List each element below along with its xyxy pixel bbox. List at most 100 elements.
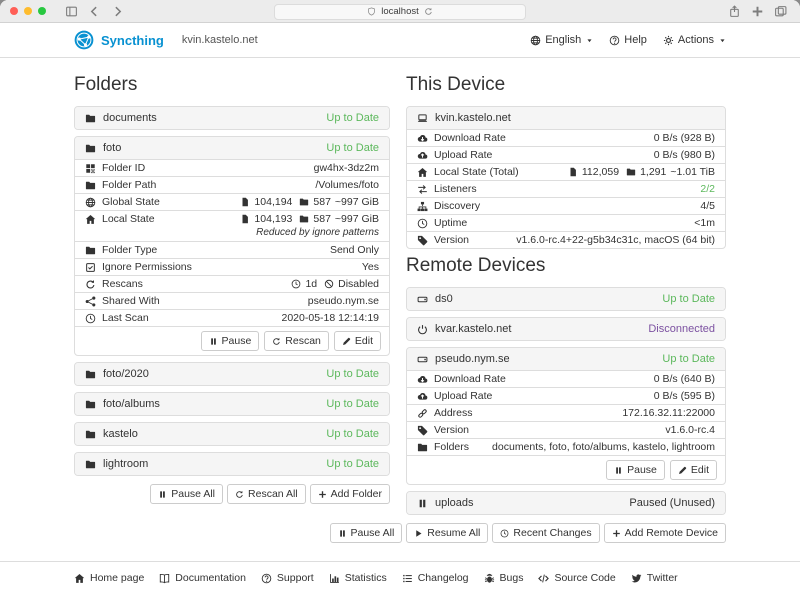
device-header-pseudo[interactable]: pseudo.nym.se Up to Date bbox=[407, 348, 725, 370]
reload-icon[interactable] bbox=[424, 7, 433, 16]
file-icon bbox=[568, 167, 578, 177]
this-device-header[interactable]: kvin.kastelo.net bbox=[407, 107, 725, 129]
window-zoom-button[interactable] bbox=[38, 7, 46, 15]
detail-row-upload-rate: Upload Rate 0 B/s (595 B) bbox=[407, 387, 725, 404]
device-header-ds0[interactable]: ds0 Up to Date bbox=[407, 288, 725, 310]
row-label: Download Rate bbox=[434, 373, 506, 385]
share-icon[interactable] bbox=[728, 5, 741, 18]
link-label: Bugs bbox=[500, 572, 524, 584]
folder-icon bbox=[417, 442, 428, 453]
detail-row-shared-with: Shared With pseudo.nym.se bbox=[75, 292, 389, 309]
folder-status: Up to Date bbox=[326, 112, 379, 124]
row-value: 0 B/s (595 B) bbox=[654, 390, 715, 402]
edit-device-button[interactable]: Edit bbox=[670, 460, 717, 480]
size-text: ~1.01 TiB bbox=[670, 166, 715, 178]
app-navbar: Syncthing kvin.kastelo.net English Help … bbox=[0, 23, 800, 58]
tag-icon bbox=[417, 425, 428, 436]
row-label: Folder Path bbox=[102, 179, 156, 191]
footer-link-home[interactable]: Home page bbox=[74, 572, 144, 584]
device-status: Up to Date bbox=[662, 293, 715, 305]
button-label: Pause All bbox=[171, 488, 215, 500]
link-icon bbox=[417, 408, 428, 419]
detail-row-folders: Folders documents, foto, foto/albums, ka… bbox=[407, 438, 725, 455]
folder-header-documents[interactable]: documents Up to Date bbox=[75, 107, 389, 129]
browser-sidebar-icon[interactable] bbox=[65, 5, 78, 18]
language-menu[interactable]: English bbox=[530, 34, 593, 46]
folder-icon bbox=[85, 459, 96, 470]
folder-header-foto-albums[interactable]: foto/albums Up to Date bbox=[75, 393, 389, 415]
globe-icon bbox=[85, 197, 96, 208]
actions-menu[interactable]: Actions bbox=[663, 34, 726, 46]
link-label: Documentation bbox=[175, 572, 246, 584]
shield-icon bbox=[367, 7, 376, 16]
pause-all-folders-button[interactable]: Pause All bbox=[150, 484, 223, 504]
actions-label: Actions bbox=[678, 34, 714, 46]
row-value: pseudo.nym.se bbox=[308, 295, 379, 307]
row-value: 172.16.32.11:22000 bbox=[622, 407, 715, 419]
link-label: Home page bbox=[90, 572, 144, 584]
help-menu[interactable]: Help bbox=[609, 34, 647, 46]
folder-name: kastelo bbox=[103, 428, 138, 440]
browser-back-icon[interactable] bbox=[88, 5, 101, 18]
row-label: Version bbox=[434, 234, 469, 246]
rescan-folder-button[interactable]: Rescan bbox=[264, 331, 329, 351]
row-label: Folders bbox=[434, 441, 469, 453]
folder-header-foto[interactable]: foto Up to Date bbox=[75, 137, 389, 159]
folder-header-lightroom[interactable]: lightroom Up to Date bbox=[75, 453, 389, 475]
row-value: 2020-05-18 12:14:19 bbox=[282, 312, 380, 324]
row-label: Download Rate bbox=[434, 132, 506, 144]
detail-row-discovery: Discovery 4/5 bbox=[407, 197, 725, 214]
browser-address-bar[interactable]: localhost bbox=[274, 4, 526, 20]
browser-window: localhost Syncthing kvin.kastelo.net Eng… bbox=[0, 0, 800, 594]
syncthing-brand[interactable]: Syncthing bbox=[74, 30, 164, 50]
device-header-kvar[interactable]: kvar.kastelo.net Disconnected bbox=[407, 318, 725, 340]
pause-icon bbox=[417, 498, 428, 509]
footer-link-documentation[interactable]: Documentation bbox=[159, 572, 246, 584]
detail-row-rescans: Rescans 1d Disabled bbox=[75, 275, 389, 292]
footer-link-twitter[interactable]: Twitter bbox=[631, 572, 678, 584]
recent-changes-button[interactable]: Recent Changes bbox=[492, 523, 599, 543]
dir-count: 587 bbox=[313, 213, 331, 225]
new-tab-icon[interactable] bbox=[751, 5, 764, 18]
detail-row-local-state-total: Local State (Total) 112,059 1,291 ~1.01 … bbox=[407, 163, 725, 180]
footer-link-source-code[interactable]: Source Code bbox=[538, 572, 615, 584]
file-count: 104,193 bbox=[254, 213, 292, 225]
book-icon bbox=[159, 573, 170, 584]
folder-icon bbox=[85, 143, 96, 154]
footer-link-bugs[interactable]: Bugs bbox=[484, 572, 524, 584]
window-minimize-button[interactable] bbox=[24, 7, 32, 15]
tab-overview-icon[interactable] bbox=[774, 5, 787, 18]
pause-all-devices-button[interactable]: Pause All bbox=[330, 523, 403, 543]
cloud-upload-icon bbox=[417, 150, 428, 161]
device-name: uploads bbox=[435, 497, 474, 509]
sitemap-icon bbox=[417, 201, 428, 212]
bug-icon bbox=[484, 573, 495, 584]
add-folder-button[interactable]: Add Folder bbox=[310, 484, 390, 504]
pause-folder-button[interactable]: Pause bbox=[201, 331, 260, 351]
hdd-icon bbox=[417, 354, 428, 365]
folder-header-kastelo[interactable]: kastelo Up to Date bbox=[75, 423, 389, 445]
row-value: 1d Disabled bbox=[288, 278, 379, 290]
row-value: documents, foto, foto/albums, kastelo, l… bbox=[492, 441, 715, 453]
row-label: Address bbox=[434, 407, 473, 419]
device-header-uploads[interactable]: uploads Paused (Unused) bbox=[407, 492, 725, 514]
remote-devices-title: Remote Devices bbox=[406, 255, 726, 277]
edit-folder-button[interactable]: Edit bbox=[334, 331, 381, 351]
window-close-button[interactable] bbox=[10, 7, 18, 15]
footer-link-support[interactable]: Support bbox=[261, 572, 314, 584]
add-remote-device-button[interactable]: Add Remote Device bbox=[604, 523, 726, 543]
footer-link-changelog[interactable]: Changelog bbox=[402, 572, 469, 584]
help-icon bbox=[609, 35, 620, 46]
browser-forward-icon[interactable] bbox=[111, 5, 124, 18]
folder-header-foto-2020[interactable]: foto/2020 Up to Date bbox=[75, 363, 389, 385]
device-name: kvin.kastelo.net bbox=[435, 112, 511, 124]
pause-device-button[interactable]: Pause bbox=[606, 460, 665, 480]
rescan-all-button[interactable]: Rescan All bbox=[227, 484, 306, 504]
resume-all-button[interactable]: Resume All bbox=[406, 523, 488, 543]
footer-link-statistics[interactable]: Statistics bbox=[329, 572, 387, 584]
folder-status: Up to Date bbox=[326, 398, 379, 410]
share-nodes-icon bbox=[85, 296, 96, 307]
row-value: 4/5 bbox=[700, 200, 715, 212]
row-value: 2/2 bbox=[700, 183, 715, 195]
browser-url: localhost bbox=[381, 6, 419, 17]
